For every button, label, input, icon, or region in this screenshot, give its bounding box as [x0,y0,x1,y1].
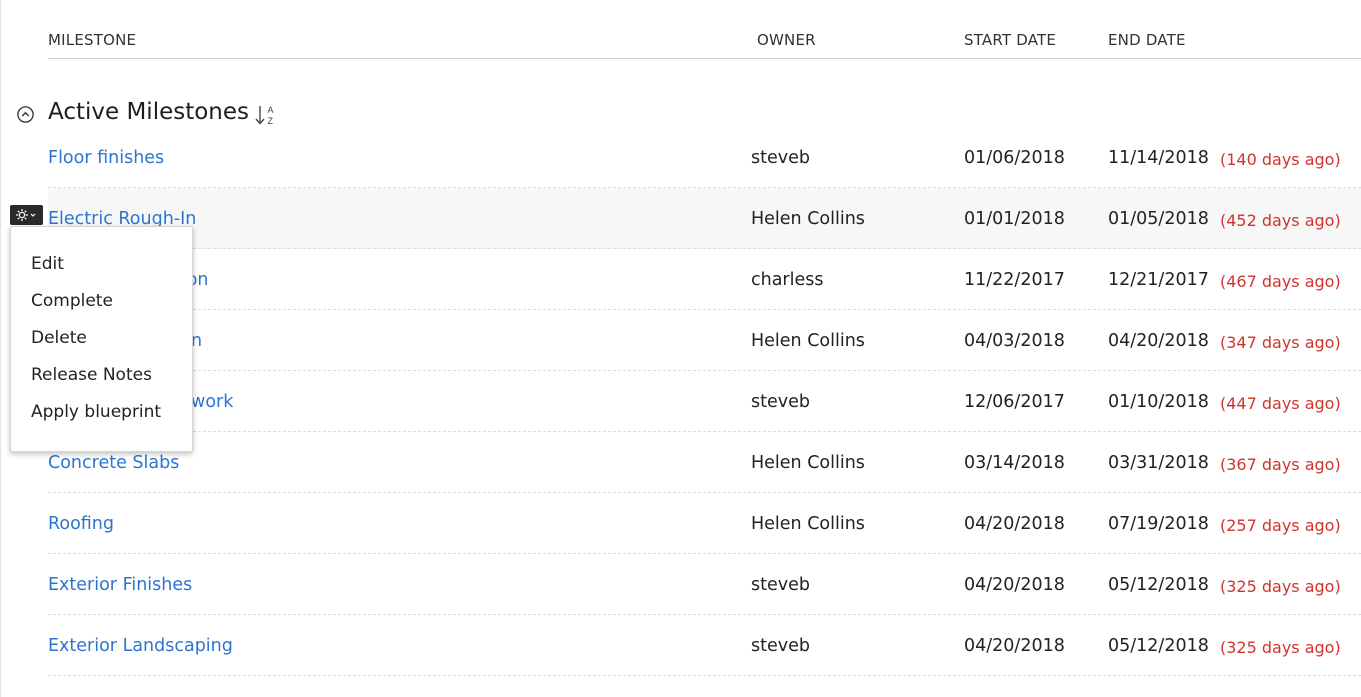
start-date-cell: 01/01/2018 [964,209,1065,229]
overdue-label: (367 days ago) [1220,455,1341,474]
column-header-milestone[interactable]: MILESTONE [48,31,136,49]
start-date-cell: 04/03/2018 [964,331,1065,351]
overdue-label: (140 days ago) [1220,150,1341,169]
overdue-label: (325 days ago) [1220,577,1341,596]
menu-item-delete[interactable]: Delete [11,321,192,358]
end-date-cell: 01/10/2018 [1108,392,1209,412]
start-date-cell: 04/20/2018 [964,575,1065,595]
milestone-name-link[interactable]: Concrete Slabs [48,453,179,473]
owner-cell: steveb [751,575,810,595]
start-date-cell: 12/06/2017 [964,392,1065,412]
menu-item-label: Release Notes [31,365,152,385]
overdue-label: (325 days ago) [1220,638,1341,657]
menu-item-label: Delete [31,328,87,348]
table-row[interactable]: work steveb 12/06/2017 01/10/2018 (447 d… [48,371,1361,432]
column-header-owner[interactable]: OWNER [757,31,816,49]
column-header-start-date[interactable]: START DATE [964,31,1056,49]
svg-text:Z: Z [268,116,274,126]
gear-icon [16,209,36,221]
menu-item-label: Complete [31,291,113,311]
sort-alpha-icon[interactable]: A Z [253,102,279,128]
owner-cell: Helen Collins [751,514,865,534]
milestone-name-link[interactable]: Exterior Landscaping [48,636,233,656]
overdue-label: (467 days ago) [1220,272,1341,291]
owner-cell: steveb [751,148,810,168]
start-date-cell: 03/14/2018 [964,453,1065,473]
owner-cell: charless [751,270,824,290]
end-date-cell: 12/21/2017 [1108,270,1209,290]
start-date-cell: 04/20/2018 [964,514,1065,534]
end-date-cell: 03/31/2018 [1108,453,1209,473]
table-row[interactable]: tion charless 11/22/2017 12/21/2017 (467… [48,249,1361,310]
table-row[interactable]: Electric Rough-In Helen Collins 01/01/20… [48,188,1361,249]
milestone-name-link[interactable]: Roofing [48,514,114,534]
milestone-name-link[interactable]: Floor finishes [48,148,164,168]
owner-cell: steveb [751,392,810,412]
start-date-cell: 11/22/2017 [964,270,1065,290]
menu-item-label: Apply blueprint [31,402,162,422]
start-date-cell: 04/20/2018 [964,636,1065,656]
end-date-cell: 11/14/2018 [1108,148,1209,168]
table-row[interactable]: Roofing Helen Collins 04/20/2018 07/19/2… [48,493,1361,554]
end-date-cell: 07/19/2018 [1108,514,1209,534]
end-date-cell: 04/20/2018 [1108,331,1209,351]
table-row[interactable]: Concrete Slabs Helen Collins 03/14/2018 … [48,432,1361,493]
menu-item-apply-blueprint[interactable]: Apply blueprint [11,395,192,432]
owner-cell: Helen Collins [751,331,865,351]
owner-cell: Helen Collins [751,209,865,229]
table-row[interactable]: Exterior Landscaping steveb 04/20/2018 0… [48,615,1361,676]
start-date-cell: 01/06/2018 [964,148,1065,168]
overdue-label: (447 days ago) [1220,394,1341,413]
table-header: MILESTONE OWNER START DATE END DATE [48,0,1361,59]
menu-item-edit[interactable]: Edit [11,247,192,284]
column-header-end-date[interactable]: END DATE [1108,31,1186,49]
svg-text:A: A [268,105,274,115]
row-actions-button[interactable] [10,205,43,225]
chevron-up-circle-icon[interactable] [17,106,34,123]
menu-item-complete[interactable]: Complete [11,284,192,321]
end-date-cell: 05/12/2018 [1108,636,1209,656]
owner-cell: Helen Collins [751,453,865,473]
table-row[interactable]: n Helen Collins 04/03/2018 04/20/2018 (3… [48,310,1361,371]
menu-item-label: Edit [31,254,64,274]
milestone-name-link[interactable]: Exterior Finishes [48,575,192,595]
group-title: Active Milestones [48,99,250,125]
table-row[interactable]: Floor finishes steveb 01/06/2018 11/14/2… [48,127,1361,188]
milestone-name-link[interactable]: work [191,392,233,412]
table-row[interactable]: Exterior Finishes steveb 04/20/2018 05/1… [48,554,1361,615]
overdue-label: (452 days ago) [1220,211,1341,230]
row-actions-menu: Edit Complete Delete Release Notes Apply… [10,226,193,452]
end-date-cell: 01/05/2018 [1108,209,1209,229]
overdue-label: (257 days ago) [1220,516,1341,535]
end-date-cell: 05/12/2018 [1108,575,1209,595]
menu-item-release-notes[interactable]: Release Notes [11,358,192,395]
overdue-label: (347 days ago) [1220,333,1341,352]
owner-cell: steveb [751,636,810,656]
milestone-list: Floor finishes steveb 01/06/2018 11/14/2… [0,127,1361,676]
